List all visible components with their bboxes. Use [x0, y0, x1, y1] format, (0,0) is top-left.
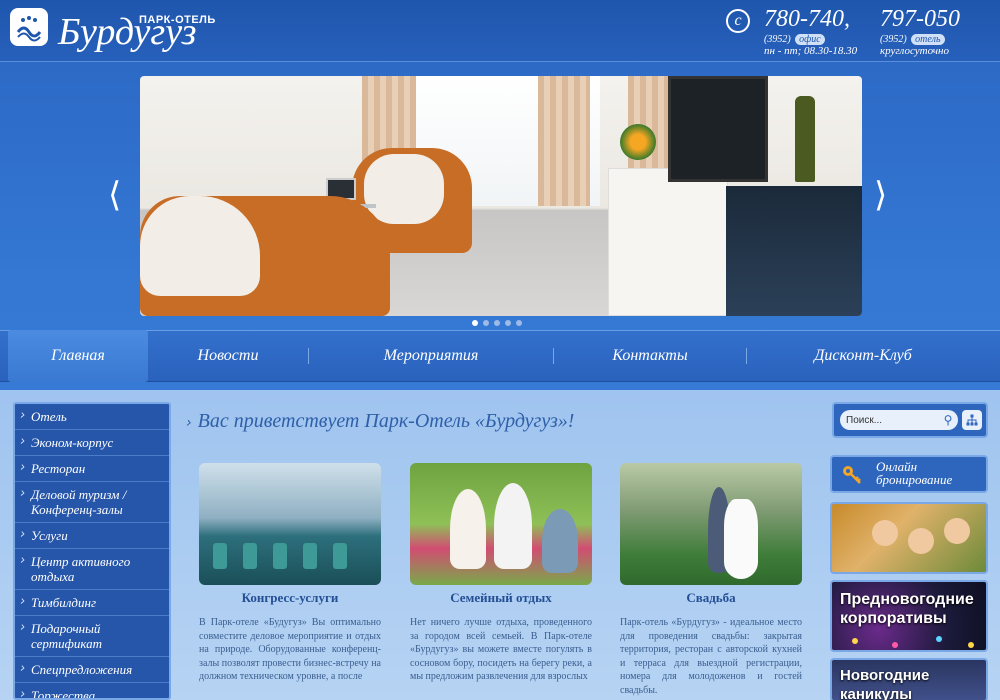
- phone-hours: круглосуточно: [880, 45, 950, 57]
- sidebar-item-special-offers[interactable]: Спецпредложения: [15, 657, 169, 683]
- card-title[interactable]: Семейный отдых: [410, 590, 592, 606]
- service-card[interactable]: Конгресс-услуги В Парк-отеле «Будугуз» В…: [199, 463, 381, 684]
- sitemap-icon[interactable]: [962, 410, 982, 430]
- search-box: ⚲: [832, 402, 988, 438]
- page-title: Вас приветствует Парк-Отель «Бурдугуз»!: [186, 410, 575, 433]
- sidebar-item-economy[interactable]: Эконом-корпус: [15, 430, 169, 456]
- photo-person: [542, 509, 578, 573]
- sidebar-item-business[interactable]: Деловой туризм / Конференц-залы: [15, 482, 169, 523]
- slide-fridge: [726, 186, 862, 316]
- banner-light: [936, 636, 942, 642]
- nav-item-events[interactable]: Мероприятия: [309, 330, 553, 382]
- chevron-right-icon[interactable]: ⟩: [874, 178, 887, 212]
- logo-name: Бурдугуз: [58, 11, 197, 53]
- photo-chair: [333, 543, 347, 569]
- nav-item-contacts[interactable]: Контакты: [554, 330, 746, 382]
- phone-hours: пн - пт; 08.30-18.30: [764, 45, 858, 57]
- slide-curtain: [538, 76, 590, 206]
- chevron-left-icon[interactable]: ⟨: [108, 178, 121, 212]
- card-title[interactable]: Свадьба: [620, 590, 802, 606]
- nav-item-news[interactable]: Новости: [148, 330, 308, 382]
- card-text: В Парк-отеле «Будугуз» Вы оптимально сов…: [199, 617, 381, 682]
- banner-face: [944, 518, 970, 544]
- sidebar-item-services[interactable]: Услуги: [15, 523, 169, 549]
- sidebar-item-celebrations[interactable]: Торжества: [15, 683, 169, 698]
- banner-light: [892, 642, 898, 648]
- phone-code: (3952): [764, 34, 791, 45]
- photo-chair: [213, 543, 227, 569]
- banner-title: Новогодние каникулы: [840, 666, 929, 700]
- banner-face: [908, 528, 934, 554]
- banner-title-line1: Предновогодние: [840, 591, 974, 608]
- banner-light: [852, 638, 858, 644]
- card-title[interactable]: Конгресс-услуги: [199, 590, 381, 606]
- photo-chair: [243, 543, 257, 569]
- corporate-parties-banner[interactable]: Предновогодние корпоративы: [830, 580, 988, 652]
- logo-emblem-icon: [10, 8, 48, 46]
- banner-title-line2: корпоративы: [840, 610, 947, 627]
- photo-person: [724, 499, 758, 579]
- photo-person: [450, 489, 486, 569]
- photo-person: [494, 483, 532, 569]
- sidebar-item-teambuilding[interactable]: Тимбилдинг: [15, 590, 169, 616]
- slide-armchair: [140, 196, 390, 316]
- card-photo[interactable]: [620, 463, 802, 585]
- banner-title-line1: Новогодние: [840, 667, 930, 684]
- phone-number: 780-740,: [764, 6, 850, 32]
- nav-item-discount-club[interactable]: Дисконт-Клуб: [747, 330, 979, 382]
- logo[interactable]: [10, 8, 48, 46]
- slider-dot[interactable]: [494, 320, 500, 326]
- slider-dot[interactable]: [505, 320, 511, 326]
- phone-tag: отель: [911, 34, 945, 45]
- booking-label-line2: бронирование: [876, 472, 953, 487]
- slider-dot[interactable]: [483, 320, 489, 326]
- card-text: Нет ничего лучше отдыха, проведенного за…: [410, 617, 592, 682]
- sidebar-item-hotel[interactable]: Отель: [15, 404, 169, 430]
- family-banner[interactable]: [830, 502, 988, 574]
- phone-number: 797-050: [880, 6, 960, 32]
- online-booking-button[interactable]: Онлайн бронирование: [830, 455, 988, 493]
- search-icon[interactable]: ⚲: [940, 412, 956, 428]
- phone-office: 780-740, (3952) офис пн - пт; 08.30-18.3…: [764, 6, 857, 57]
- slide-tv: [668, 76, 768, 182]
- service-card[interactable]: Семейный отдых Нет ничего лучше отдыха, …: [410, 463, 592, 684]
- slider-dot[interactable]: [516, 320, 522, 326]
- sidebar-item-restaurant[interactable]: Ресторан: [15, 456, 169, 482]
- photo-chair: [303, 543, 317, 569]
- sidebar-menu: Отель Эконом-корпус Ресторан Деловой тур…: [13, 402, 171, 700]
- service-card[interactable]: Свадьба Парк-отель «Бурдугуз» - идеально…: [620, 463, 802, 697]
- card-photo[interactable]: [410, 463, 592, 585]
- hero-slider[interactable]: [140, 76, 862, 316]
- photo-chair: [273, 543, 287, 569]
- phone-code: (3952): [880, 34, 907, 45]
- nav-item-home[interactable]: Главная: [8, 330, 148, 382]
- site-header: ПАРК-ОТЕЛЬ Бурдугуз c 780-740, (3952) оф…: [0, 0, 1000, 62]
- main-nav: Главная Новости Мероприятия Контакты Дис…: [0, 330, 1000, 382]
- booking-label: Онлайн бронирование: [876, 460, 952, 486]
- key-icon: [840, 463, 864, 487]
- phone-hotel: 797-050 (3952) отель круглосуточно: [880, 6, 960, 57]
- slider-dots: [472, 320, 522, 326]
- phone-tag: офис: [795, 34, 825, 45]
- slide-console: [608, 168, 728, 316]
- slide-bottle: [795, 96, 815, 182]
- banner-title-line2: каникулы: [840, 686, 913, 700]
- new-year-holidays-banner[interactable]: Новогодние каникулы: [830, 658, 988, 700]
- slide-plant: [620, 124, 656, 160]
- banner-face: [872, 520, 898, 546]
- sidebar-item-gift-certificate[interactable]: Подарочный сертификат: [15, 616, 169, 657]
- sidebar-item-active-center[interactable]: Центр активного отдыха: [15, 549, 169, 590]
- banner-light: [968, 642, 974, 648]
- card-photo[interactable]: [199, 463, 381, 585]
- card-text: Парк-отель «Бурдугуз» - идеальное место …: [620, 617, 802, 696]
- phone-icon: c: [726, 9, 750, 33]
- slider-dot[interactable]: [472, 320, 478, 326]
- banner-title: Предновогодние корпоративы: [840, 590, 974, 628]
